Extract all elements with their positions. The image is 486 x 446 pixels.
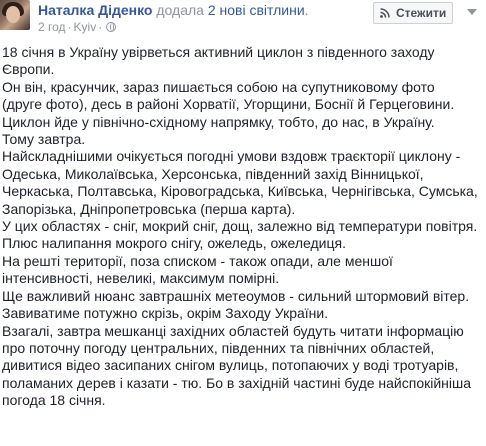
post-paragraph: Он він, красунчик, зараз пишається собою… <box>2 78 455 113</box>
facebook-post: Наталка Діденко додала 2 нові світлини. … <box>0 0 486 446</box>
post-paragraph: Завиватиме потужно скрізь, окрім Заходу … <box>2 305 329 322</box>
post-paragraph: Найскладнішими очікується погодні умови … <box>2 148 478 217</box>
rss-icon <box>380 8 390 18</box>
post-paragraph: Ще важливий нюанс завтрашніх метеоумов -… <box>2 287 470 304</box>
post-paragraph: На решті території, поза списком - також… <box>2 252 393 287</box>
post-action-text: додала <box>152 2 208 18</box>
photos-link[interactable]: 2 нові світлини <box>208 2 305 18</box>
post-location-link[interactable]: Kyiv <box>74 20 97 34</box>
follow-button-label: Стежити <box>396 6 447 20</box>
post-paragraph: Плюс налипання мокрого снігу, ожеледь, о… <box>2 235 346 252</box>
post-paragraph: У цих областях - сніг, мокрий сніг, дощ,… <box>2 218 478 235</box>
post-action-suffix: . <box>304 2 309 18</box>
meta-separator: · <box>98 20 103 34</box>
avatar-face <box>6 6 20 23</box>
meta-separator: · <box>67 20 72 34</box>
post-meta: 2 год · Kyiv · <box>38 20 117 34</box>
post-header: Наталка Діденко додала 2 нові світлини. … <box>0 0 486 38</box>
post-timestamp-link[interactable]: 2 год <box>38 20 66 34</box>
follow-button[interactable]: Стежити <box>373 2 453 24</box>
author-name-link[interactable]: Наталка Діденко <box>38 2 152 18</box>
post-paragraph: Тому завтра. <box>2 131 86 148</box>
avatar[interactable] <box>0 0 30 30</box>
chevron-down-icon <box>467 9 477 15</box>
post-options-button[interactable] <box>462 4 482 22</box>
post-paragraph: Взагалі, завтра мешканці західних област… <box>2 322 472 409</box>
post-paragraph: Циклон йде у північно-східному напрямку,… <box>2 113 435 130</box>
globe-icon[interactable] <box>106 22 117 32</box>
post-title-line: Наталка Діденко додала 2 нові світлини. <box>38 2 309 19</box>
post-paragraph: 18 січня в Україну увірветься активний ц… <box>2 44 435 78</box>
post-body: 18 січня в Україну увірветься активний ц… <box>2 44 484 410</box>
